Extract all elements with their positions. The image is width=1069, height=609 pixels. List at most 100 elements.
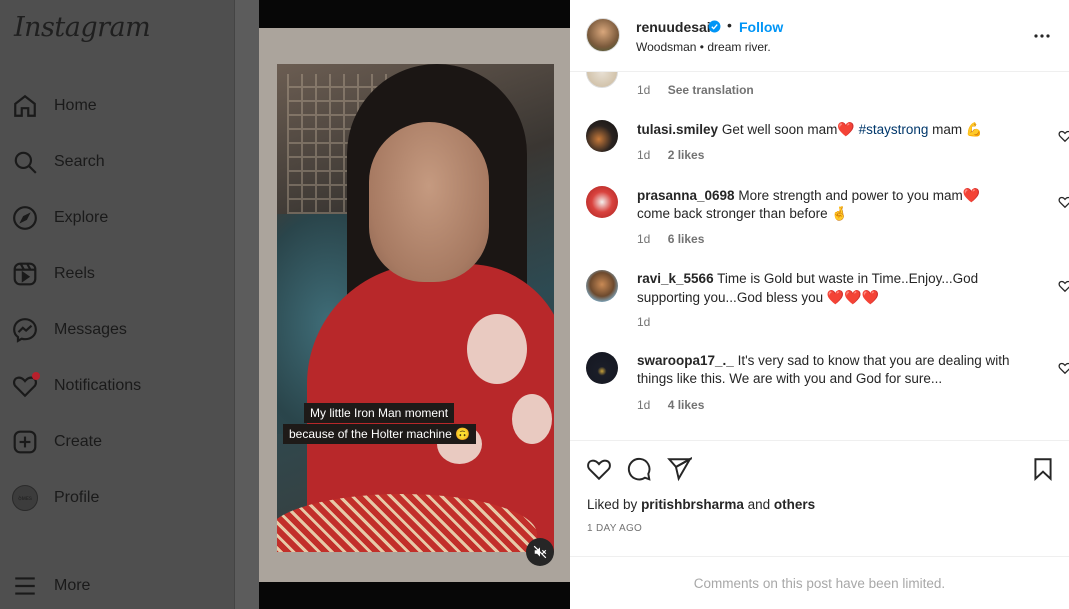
comment-meta: 1d <box>637 315 664 329</box>
search-icon <box>14 151 37 174</box>
comment-meta: 1d See translation <box>637 83 768 97</box>
comment-like-icon[interactable] <box>1058 129 1069 143</box>
sidebar-item-reels[interactable]: Reels <box>12 256 95 292</box>
separator-dot: • <box>727 17 732 33</box>
sidebar-item-notifications[interactable]: Notifications <box>12 368 141 404</box>
comment-text: supporting you...God bless you <box>637 290 824 305</box>
comment-username[interactable]: tulasi.smiley <box>637 122 718 137</box>
avatar[interactable] <box>586 18 620 52</box>
comment-likes[interactable]: 2 likes <box>668 148 705 162</box>
comment-username[interactable]: prasanna_0698 <box>637 188 735 203</box>
post-actions: Liked by pritishbrsharma and others 1 DA… <box>570 440 1069 556</box>
verified-badge-icon <box>708 20 721 33</box>
comment-time: 1d <box>637 148 651 162</box>
see-translation-link[interactable]: See translation <box>668 83 754 97</box>
comment-text: It's very sad to know that you are deali… <box>737 353 1010 368</box>
comments-limited-notice: Comments on this post have been limited. <box>570 556 1069 609</box>
comment-time: 1d <box>637 315 651 329</box>
sidebar-item-explore[interactable]: Explore <box>12 200 108 236</box>
comment-body: prasanna_0698 More strength and power to… <box>637 186 1022 223</box>
comment-body: swaroopa17_._ It's very sad to know that… <box>637 352 1022 388</box>
caption-emoji: 🙃 <box>455 427 471 441</box>
post-header: renuudesai • Follow Woodsman • dream riv… <box>570 0 1069 72</box>
sidebar-item-search[interactable]: Search <box>12 144 105 180</box>
liked-by-others-link[interactable]: others <box>774 497 815 512</box>
avatar[interactable] <box>586 120 618 152</box>
post-media[interactable]: My little Iron Man moment because of the… <box>259 28 570 582</box>
comment-username[interactable]: swaroopa17_._ <box>637 353 734 368</box>
sidebar-item-label: Messages <box>54 321 127 338</box>
photo-flower <box>467 314 527 384</box>
sidebar-item-label: Notifications <box>54 377 142 394</box>
heart-emoji: ❤️ <box>962 187 981 203</box>
share-icon[interactable] <box>666 456 692 482</box>
sidebar-item-label: Home <box>54 97 97 114</box>
post-username[interactable]: renuudesai <box>636 19 711 35</box>
caption-text-2: because of the Holter machine <box>289 427 452 441</box>
reels-icon <box>13 262 37 286</box>
avatar[interactable] <box>586 186 618 218</box>
sidebar-item-label: Explore <box>54 209 109 226</box>
comments-limited-text: Comments on this post have been limited. <box>693 575 946 591</box>
sidebar-item-home[interactable]: Home <box>12 88 97 124</box>
comment-body: ravi_k_5566 Time is Gold but waste in Ti… <box>637 270 1022 307</box>
sidebar-item-label: Search <box>54 153 105 170</box>
sidebar: Instagram Home Search Explore Reels Mess… <box>0 0 235 609</box>
caption-line-1: My little Iron Man moment <box>304 403 455 423</box>
liked-by-and: and <box>747 497 771 512</box>
sidebar-item-create[interactable]: Create <box>12 424 102 460</box>
caption-line-2: because of the Holter machine 🙃 <box>283 424 477 444</box>
comment-time: 1d <box>637 398 651 412</box>
profile-avatar-text: ꝺᴍᴇs <box>18 496 32 502</box>
comment-time: 1d <box>637 83 651 97</box>
hashtag-link[interactable]: #staystrong <box>859 122 929 137</box>
mute-button[interactable] <box>526 538 554 566</box>
comment-text: More strength and power to you mam <box>738 188 963 203</box>
avatar[interactable] <box>586 72 618 88</box>
liked-by-prefix: Liked by <box>587 497 638 512</box>
caption-text-1: My little Iron Man moment <box>310 406 449 420</box>
post-location[interactable]: Woodsman • dream river. <box>636 40 771 54</box>
sidebar-item-label: Create <box>54 433 103 450</box>
hamburger-icon <box>15 577 35 595</box>
hearts-emoji: ❤️❤️❤️ <box>826 289 880 305</box>
more-options-icon[interactable] <box>1030 24 1054 48</box>
speaker-muted-icon <box>533 545 547 559</box>
home-icon <box>14 94 36 117</box>
like-icon[interactable] <box>586 456 612 482</box>
liked-by-user-link[interactable]: pritishbrsharma <box>641 497 744 512</box>
bookmark-icon[interactable] <box>1030 456 1056 482</box>
post-photo <box>277 64 554 552</box>
post-date[interactable]: 1 DAY AGO <box>587 523 642 534</box>
sidebar-item-profile[interactable]: ꝺᴍᴇs Profile <box>12 480 99 516</box>
comment-likes[interactable]: 4 likes <box>668 398 705 412</box>
comment-text: Get well soon mam <box>721 122 838 137</box>
comment-like-icon[interactable] <box>1058 279 1069 293</box>
sidebar-item-label: Profile <box>54 489 100 506</box>
comment-meta: 1d 6 likes <box>637 232 718 246</box>
messenger-icon <box>13 318 37 343</box>
comment-text: mam <box>932 122 963 137</box>
comments-list[interactable]: 1d See translation tulasi.smiley Get wel… <box>570 72 1069 440</box>
avatar[interactable] <box>586 270 618 302</box>
avatar[interactable] <box>586 352 618 384</box>
sidebar-item-more[interactable]: More <box>12 568 90 604</box>
heart-emoji: ❤️ <box>837 121 855 137</box>
flexed-biceps-emoji: 💪 <box>965 122 983 137</box>
comment-meta: 1d 2 likes <box>637 148 718 162</box>
comment-icon[interactable] <box>626 456 652 482</box>
comment-like-icon[interactable] <box>1058 195 1069 209</box>
follow-button[interactable]: Follow <box>739 19 783 35</box>
plus-square-icon <box>13 430 37 454</box>
instagram-logo[interactable]: Instagram <box>14 12 151 43</box>
compass-icon <box>13 206 37 230</box>
photo-flower <box>512 394 552 444</box>
comment-text: things like this. We are with you and Go… <box>637 371 943 386</box>
comment-like-icon[interactable] <box>1058 361 1069 375</box>
sidebar-item-label: More <box>54 577 91 594</box>
sidebar-item-messages[interactable]: Messages <box>12 312 127 348</box>
comment-likes[interactable]: 6 likes <box>668 232 705 246</box>
comment-text: come back stronger than before <box>637 206 828 221</box>
avatar: ꝺᴍᴇs <box>12 485 38 511</box>
comment-username[interactable]: ravi_k_5566 <box>637 271 714 286</box>
